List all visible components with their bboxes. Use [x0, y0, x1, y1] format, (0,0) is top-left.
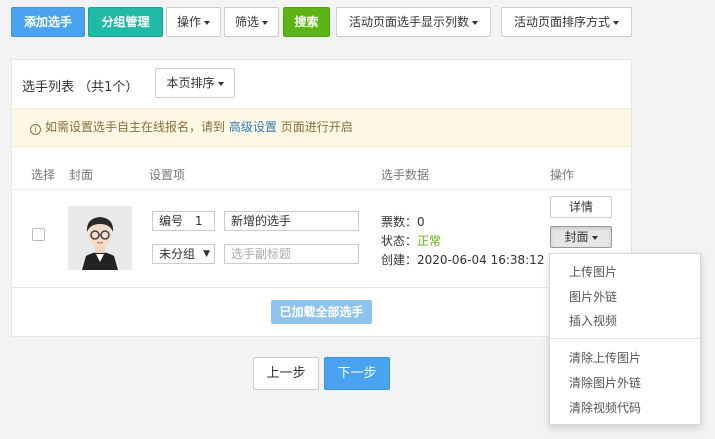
prev-step-button[interactable]: 上一步 — [253, 357, 319, 390]
number-label: 编号 — [159, 214, 184, 228]
player-count: （共1个） — [78, 80, 139, 95]
caret-down-icon — [217, 81, 224, 86]
next-step-button[interactable]: 下一步 — [324, 357, 390, 390]
panel-title: 选手列表 （共1个） — [22, 76, 138, 95]
col-header-cover: 封面 — [69, 168, 94, 182]
col-header-player-data: 选手数据 — [381, 168, 430, 182]
notice-suffix: 页面进行开启 — [280, 120, 353, 134]
info-icon: i — [30, 124, 41, 135]
group-select-value: 未分组 — [159, 247, 196, 261]
page-sort-dropdown[interactable]: 本页排序 — [155, 68, 235, 98]
number-field[interactable]: 编号 1 — [152, 211, 215, 231]
page-sort-label: 本页排序 — [166, 76, 215, 90]
menu-divider — [550, 338, 700, 339]
caret-down-icon — [591, 235, 598, 240]
cover-image — [68, 206, 132, 270]
col-header-settings: 设置项 — [149, 168, 186, 182]
cover-dropdown-menu: 上传图片 图片外链 插入视频 清除上传图片 清除图片外链 清除视频代码 — [549, 253, 701, 425]
panel-title-label: 选手列表 — [22, 80, 75, 95]
sort-mode-label: 活动页面排序方式 — [513, 15, 610, 29]
caret-down-icon — [262, 20, 268, 25]
menu-item-image-link[interactable]: 图片外链 — [550, 289, 700, 305]
operations-label: 操作 — [176, 15, 201, 29]
col-header-actions: 操作 — [550, 168, 575, 182]
caret-down-icon — [613, 20, 619, 25]
select-arrow-icon: ▼ — [203, 249, 210, 259]
detail-button[interactable]: 详情 — [550, 196, 612, 218]
filter-label: 筛选 — [234, 15, 259, 29]
notice-banner: i 如需设置选手自主在线报名，请到 高级设置 页面进行开启 — [12, 108, 631, 147]
menu-item-upload-image[interactable]: 上传图片 — [550, 264, 700, 280]
cover-button-label: 封面 — [564, 230, 589, 244]
status-label: 状态： — [381, 234, 418, 248]
created-time: 创建：2020-06-04 16:38:12 — [381, 253, 545, 267]
col-header-select: 选择 — [31, 168, 56, 182]
player-name-input[interactable]: 新增的选手 — [224, 211, 359, 231]
menu-item-clear-video[interactable]: 清除视频代码 — [550, 400, 700, 416]
columns-dropdown[interactable]: 活动页面选手显示列数 — [336, 7, 491, 37]
menu-item-clear-image-link[interactable]: 清除图片外链 — [550, 375, 700, 391]
header-divider — [12, 189, 631, 190]
loaded-all-button[interactable]: 已加载全部选手 — [271, 300, 372, 324]
notice-prefix: 如需设置选手自主在线报名，请到 — [45, 120, 226, 134]
menu-item-insert-video[interactable]: 插入视频 — [550, 313, 700, 329]
operations-dropdown[interactable]: 操作 — [166, 7, 221, 37]
search-button[interactable]: 搜索 — [283, 7, 330, 37]
row-divider — [12, 287, 631, 288]
number-value: 1 — [194, 214, 203, 228]
player-list-panel: 选手列表 （共1个） 本页排序 i 如需设置选手自主在线报名，请到 高级设置 页面… — [11, 59, 632, 337]
caret-down-icon — [472, 20, 478, 25]
vote-count: 票数：0 — [381, 215, 425, 229]
player-status: 状态：正常 — [381, 232, 441, 249]
group-select[interactable]: 未分组 ▼ — [152, 244, 215, 264]
caret-down-icon — [204, 20, 210, 25]
sort-mode-dropdown[interactable]: 活动页面排序方式 — [501, 7, 632, 37]
player-subtitle-input[interactable]: 选手副标题 — [224, 244, 359, 264]
advanced-settings-link[interactable]: 高级设置 — [229, 120, 277, 134]
avatar-illustration — [68, 206, 132, 270]
group-manage-button[interactable]: 分组管理 — [88, 7, 163, 37]
add-player-button[interactable]: 添加选手 — [11, 7, 85, 37]
filter-dropdown[interactable]: 筛选 — [224, 7, 279, 37]
cover-dropdown-button[interactable]: 封面 — [550, 226, 612, 248]
menu-item-clear-upload[interactable]: 清除上传图片 — [550, 350, 700, 366]
row-select-checkbox[interactable] — [32, 228, 45, 241]
status-value: 正常 — [417, 234, 442, 248]
columns-label: 活动页面选手显示列数 — [348, 15, 469, 29]
